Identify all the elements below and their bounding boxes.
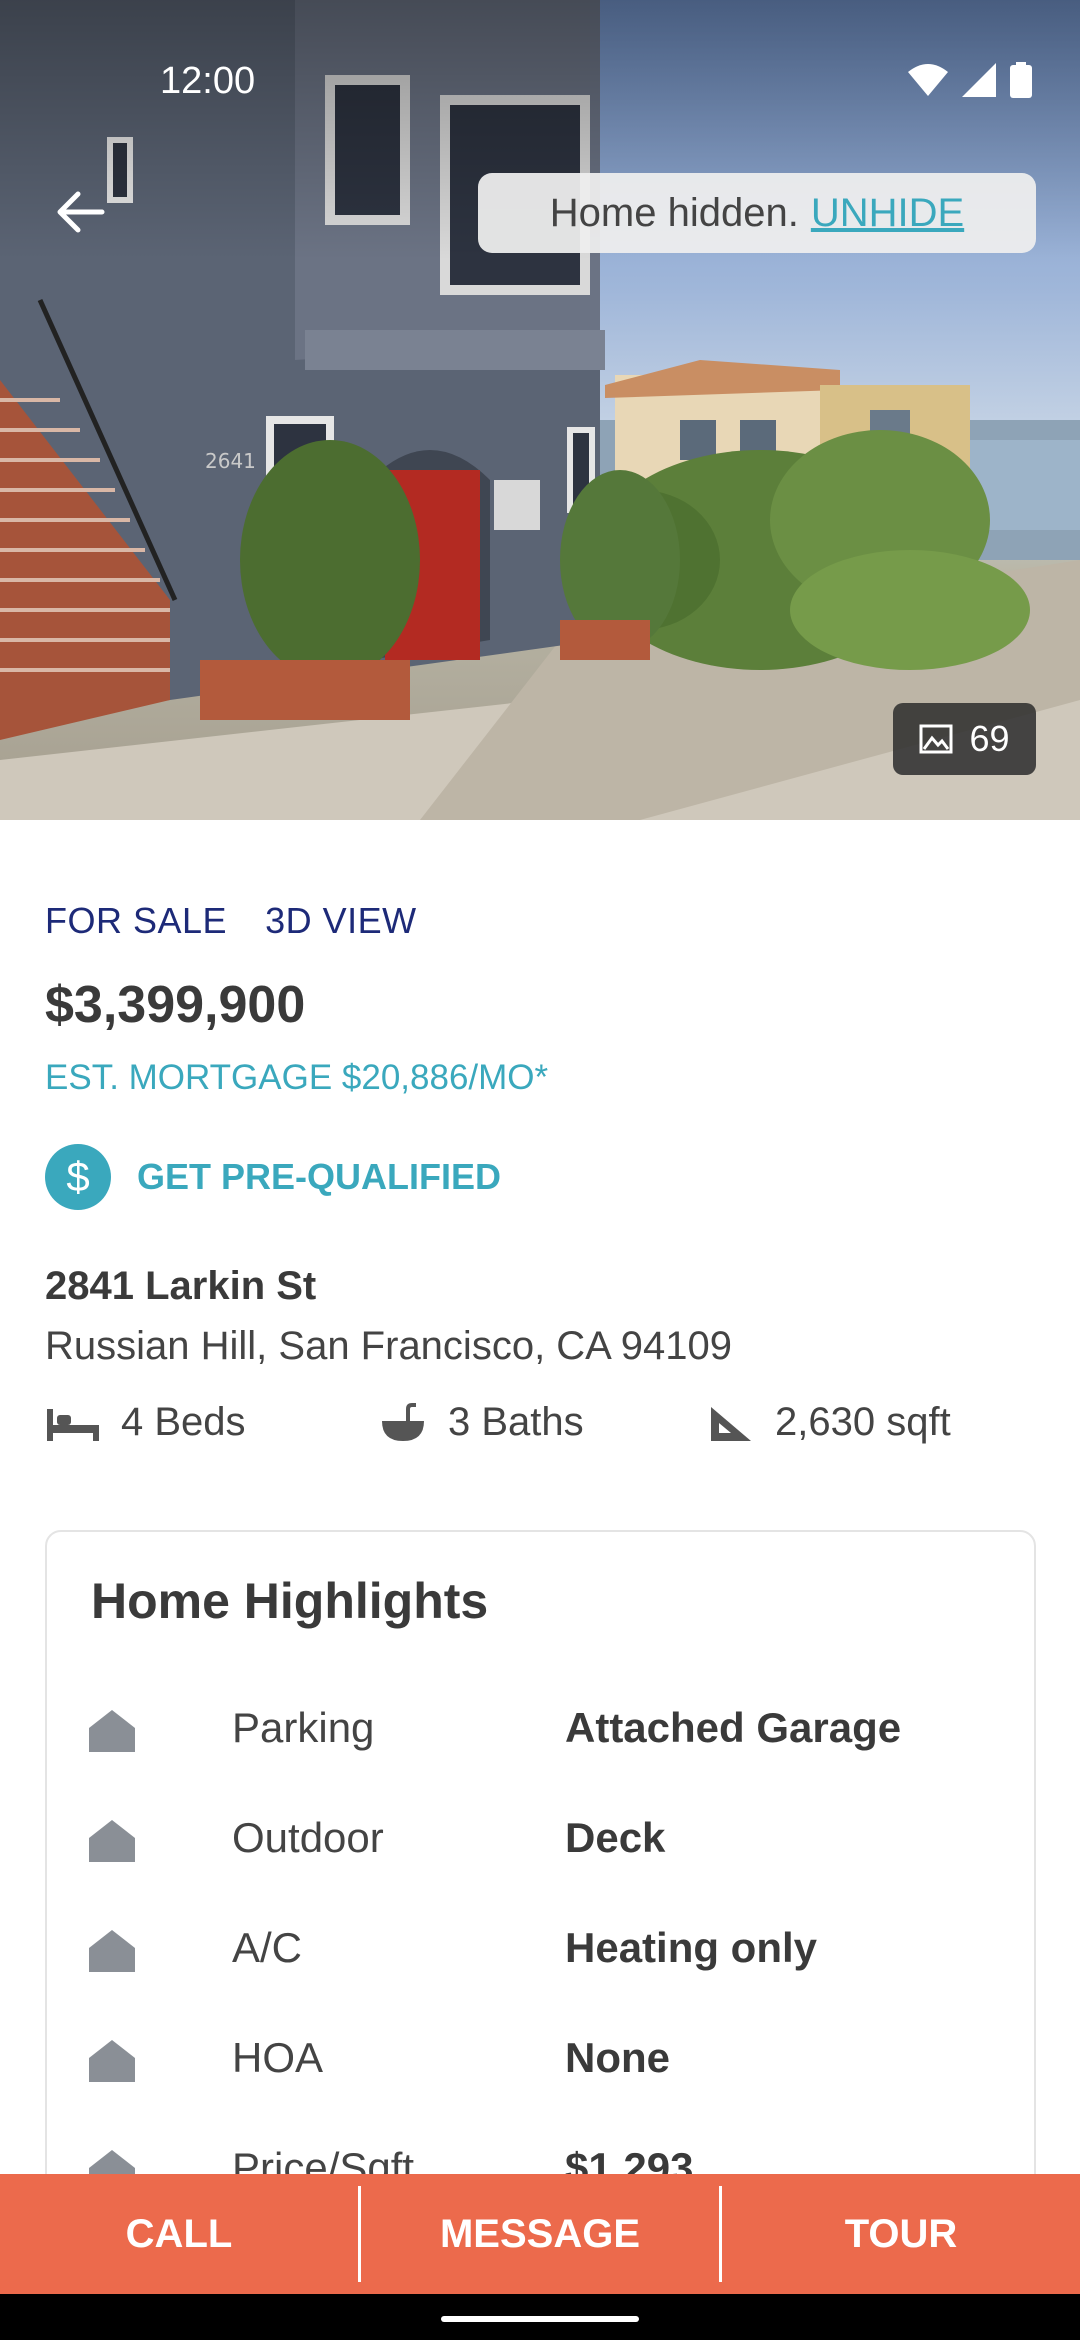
highlight-value: Heating only: [565, 1924, 818, 1971]
area-icon: [711, 1406, 751, 1441]
beds-label: 4 Beds: [121, 1400, 246, 1444]
call-button[interactable]: CALL: [0, 2174, 358, 2294]
for-sale-badge: FOR SALE: [45, 900, 228, 941]
house-icon: [89, 1710, 135, 1752]
home-gesture-handle[interactable]: [441, 2316, 639, 2322]
highlights-title: Home Highlights: [91, 1573, 489, 1629]
highlight-value: Attached Garage: [565, 1704, 902, 1751]
baths-label: 3 Baths: [448, 1400, 584, 1444]
house-icon: [89, 2040, 135, 2082]
sqft-label: 2,630 sqft: [775, 1400, 951, 1444]
street-address: 2841 Larkin St: [45, 1264, 317, 1308]
listing-badges: FOR SALE 3D VIEW: [45, 900, 417, 942]
listing-price: $3,399,900: [45, 976, 306, 1034]
contact-action-bar: CALL MESSAGE TOUR: [0, 2174, 1080, 2294]
highlight-label: Parking: [232, 1704, 375, 1751]
photo-count-button[interactable]: 69: [893, 703, 1036, 775]
3d-view-link[interactable]: 3D VIEW: [265, 900, 417, 942]
unhide-link[interactable]: UNHIDE: [811, 191, 964, 236]
highlight-row-hoa: HOA None: [87, 2030, 987, 2090]
svg-text:2641: 2641: [205, 449, 256, 473]
bed-icon: [47, 1408, 99, 1441]
wifi-icon: [908, 64, 948, 96]
highlight-row-outdoor: Outdoor Deck: [87, 1810, 987, 1870]
highlight-row-ac: A/C Heating only: [87, 1920, 987, 1980]
status-icons: [908, 62, 1032, 98]
beds-fact: 4 Beds: [45, 1400, 246, 1445]
prequal-label: GET PRE-QUALIFIED: [137, 1156, 502, 1197]
highlight-value: Deck: [565, 1814, 666, 1861]
hidden-toast: Home hidden. UNHIDE: [478, 173, 1036, 253]
image-icon: [919, 724, 953, 754]
status-bar: 12:00: [0, 0, 1080, 168]
battery-icon: [1010, 62, 1032, 98]
mortgage-estimate-link[interactable]: EST. MORTGAGE $20,886/MO*: [45, 1058, 548, 1098]
highlight-value: None: [565, 2034, 670, 2081]
toast-text: Home hidden.: [549, 190, 799, 235]
home-facts: 4 Beds 3 Baths 2,630 sqft: [45, 1400, 1045, 1460]
status-time: 12:00: [160, 60, 256, 102]
dollar-icon: $: [45, 1144, 111, 1210]
bathtub-icon: [382, 1402, 424, 1441]
tour-button[interactable]: TOUR: [722, 2174, 1080, 2294]
city-address: Russian Hill, San Francisco, CA 94109: [45, 1324, 732, 1368]
baths-fact: 3 Baths: [378, 1400, 584, 1445]
signal-icon: [962, 63, 996, 97]
photo-count: 69: [969, 718, 1010, 759]
house-icon: [89, 1930, 135, 1972]
highlight-row-parking: Parking Attached Garage: [87, 1700, 987, 1760]
highlight-label: Outdoor: [232, 1814, 384, 1861]
house-icon: [89, 1820, 135, 1862]
message-button[interactable]: MESSAGE: [361, 2174, 719, 2294]
back-button[interactable]: [40, 180, 120, 244]
arrow-left-icon: [57, 191, 105, 233]
get-prequalified-button[interactable]: $ GET PRE-QUALIFIED: [45, 1144, 501, 1210]
home-highlights-card: Home Highlights Parking Attached Garage …: [45, 1530, 1036, 2230]
highlight-label: HOA: [232, 2034, 324, 2081]
highlight-label: A/C: [232, 1924, 303, 1971]
sqft-fact: 2,630 sqft: [707, 1400, 951, 1445]
